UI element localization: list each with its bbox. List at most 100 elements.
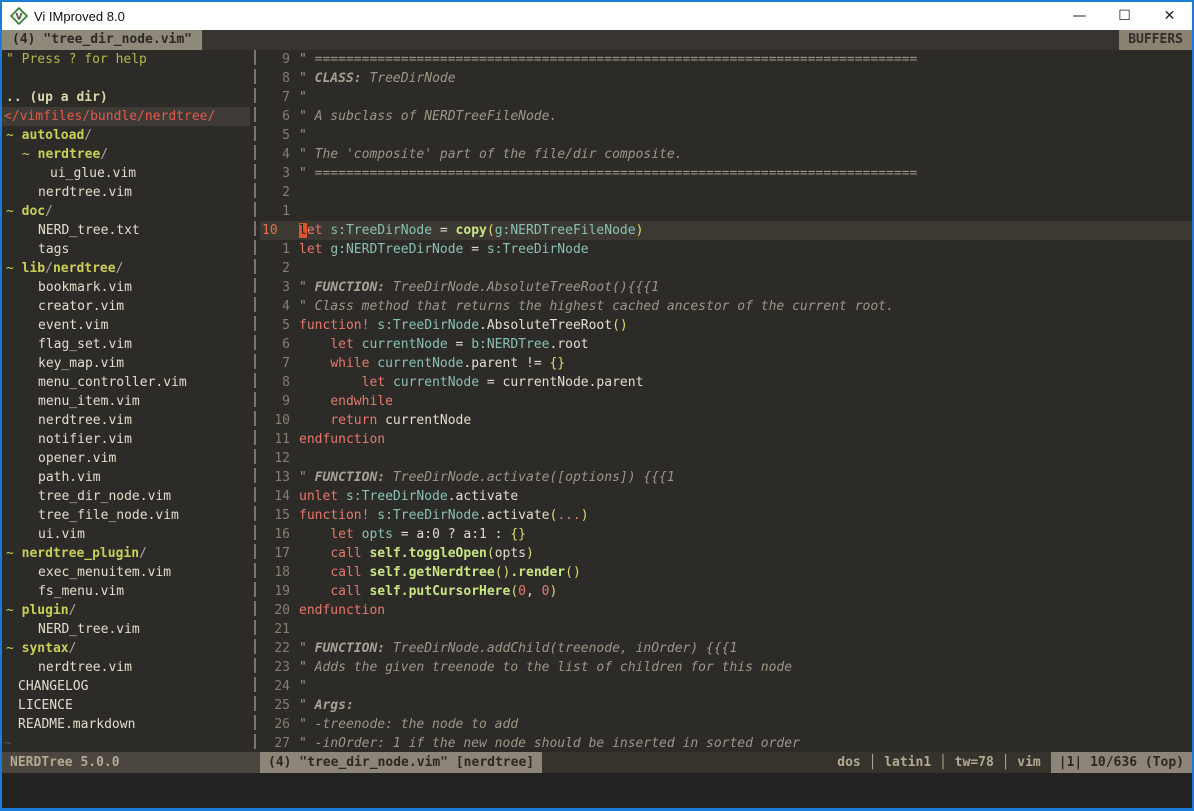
code-line[interactable]: 3" FUNCTION: TreeDirNode.AbsoluteTreeRoo… [260, 278, 1192, 297]
code-line[interactable]: 12 [260, 449, 1192, 468]
tree-item[interactable]: ~ plugin/ [2, 601, 250, 620]
code-line[interactable]: 8 let currentNode = currentNode.parent [260, 373, 1192, 392]
tree-root-item[interactable]: </vimfiles/bundle/nerdtree/ [2, 107, 250, 126]
token-w [299, 337, 330, 352]
tree-item[interactable]: tree_file_node.vim [2, 506, 250, 525]
code-line[interactable]: 17 call self.toggleOpen(opts) [260, 544, 1192, 563]
tree-item[interactable]: ~ autoload/ [2, 126, 250, 145]
code-line[interactable]: 8" CLASS: TreeDirNode [260, 69, 1192, 88]
minimize-button[interactable]: — [1057, 2, 1102, 30]
tree-item[interactable]: menu_controller.vim [2, 373, 250, 392]
code-line[interactable]: 6" A subclass of NERDTreeFileNode. [260, 107, 1192, 126]
token-i: g:NERDTreeDirNode [330, 242, 463, 257]
tree-item[interactable]: tags [2, 240, 250, 259]
tree-item[interactable]: ~ [2, 734, 250, 752]
tree-item[interactable]: NERD_tree.txt [2, 221, 250, 240]
tree-item[interactable]: creator.vim [2, 297, 250, 316]
tree-item[interactable]: key_map.vim [2, 354, 250, 373]
code-line[interactable]: 14unlet s:TreeDirNode.activate [260, 487, 1192, 506]
code-line[interactable]: 5function! s:TreeDirNode.AbsoluteTreeRoo… [260, 316, 1192, 335]
tree-item[interactable]: NERD_tree.vim [2, 620, 250, 639]
tree-item[interactable]: ui_glue.vim [2, 164, 250, 183]
tree-item[interactable]: ~ doc/ [2, 202, 250, 221]
token-w: opts [495, 546, 526, 561]
code-line[interactable]: 7 while currentNode.parent != {} [260, 354, 1192, 373]
line-number: 26 [260, 715, 290, 734]
code-text [290, 620, 299, 639]
code-line[interactable]: 22" FUNCTION: TreeDirNode.addChild(treen… [260, 639, 1192, 658]
tree-item[interactable]: LICENCE [2, 696, 250, 715]
code-line[interactable]: 3" =====================================… [260, 164, 1192, 183]
tree-item[interactable]: README.markdown [2, 715, 250, 734]
tree-item[interactable]: nerdtree.vim [2, 183, 250, 202]
code-line[interactable]: 18 call self.getNerdtree().render() [260, 563, 1192, 582]
tree-item[interactable]: notifier.vim [2, 430, 250, 449]
token-f: .render [510, 565, 565, 580]
code-text: " The 'composite' part of the file/dir c… [290, 145, 683, 164]
token-n2: 0 [518, 584, 526, 599]
token-w: = a:0 ? a:1 : [393, 527, 510, 542]
tree-item[interactable]: ~ syntax/ [2, 639, 250, 658]
tree-item[interactable]: .. (up a dir) [2, 88, 250, 107]
code-line[interactable]: 24" [260, 677, 1192, 696]
tree-item[interactable]: ui.vim [2, 525, 250, 544]
code-line[interactable]: 25" Args: [260, 696, 1192, 715]
tree-item[interactable]: flag_set.vim [2, 335, 250, 354]
tree-item[interactable]: ~ nerdtree_plugin/ [2, 544, 250, 563]
code-line[interactable]: 16 let opts = a:0 ? a:1 : {} [260, 525, 1192, 544]
tree-item[interactable]: event.vim [2, 316, 250, 335]
code-line[interactable]: 10 return currentNode [260, 411, 1192, 430]
code-line[interactable]: 19 call self.putCursorHere(0, 0) [260, 582, 1192, 601]
code-line-current[interactable]: 10let s:TreeDirNode = copy(g:NERDTreeFil… [260, 221, 1192, 240]
line-number: 10 [260, 411, 290, 430]
code-line[interactable]: 21 [260, 620, 1192, 639]
tree-item[interactable]: nerdtree.vim [2, 658, 250, 677]
code-line[interactable]: 2 [260, 259, 1192, 278]
tree-item[interactable]: exec_menuitem.vim [2, 563, 250, 582]
code-line[interactable]: 27" -inOrder: 1 if the new node should b… [260, 734, 1192, 752]
token-w [354, 527, 362, 542]
tree-item[interactable]: nerdtree.vim [2, 411, 250, 430]
token-w [299, 546, 330, 561]
window-controls: — ☐ ✕ [1057, 2, 1192, 30]
code-line[interactable]: 13" FUNCTION: TreeDirNode.activate([opti… [260, 468, 1192, 487]
code-line[interactable]: 9" =====================================… [260, 50, 1192, 69]
tree-item[interactable]: " Press ? for help [2, 50, 250, 69]
tree-item[interactable]: menu_item.vim [2, 392, 250, 411]
code-line[interactable]: 23" Adds the given treenode to the list … [260, 658, 1192, 677]
token-slash: / [139, 546, 147, 561]
tree-item[interactable]: fs_menu.vim [2, 582, 250, 601]
close-button[interactable]: ✕ [1147, 2, 1192, 30]
tree-item[interactable]: path.vim [2, 468, 250, 487]
tree-item[interactable] [2, 69, 250, 88]
window-separator[interactable] [250, 50, 260, 752]
tree-item[interactable]: ~ lib/nerdtree/ [2, 259, 250, 278]
code-line[interactable]: 26" -treenode: the node to add [260, 715, 1192, 734]
code-line[interactable]: 11 endfunction [260, 430, 1192, 449]
line-number: 11 [260, 430, 290, 449]
tree-item[interactable]: CHANGELOG [2, 677, 250, 696]
maximize-button[interactable]: ☐ [1102, 2, 1147, 30]
code-line[interactable]: 6 let currentNode = b:NERDTree.root [260, 335, 1192, 354]
tree-item[interactable]: bookmark.vim [2, 278, 250, 297]
code-line[interactable]: 2 [260, 183, 1192, 202]
code-line[interactable]: 20endfunction [260, 601, 1192, 620]
code-text [290, 202, 299, 221]
tab-tree-dir-node[interactable]: (4) "tree_dir_node.vim" [2, 30, 202, 50]
line-number: 2 [260, 259, 290, 278]
tree-item[interactable]: opener.vim [2, 449, 250, 468]
code-line[interactable]: 1 [260, 202, 1192, 221]
code-line[interactable]: 1let g:NERDTreeDirNode = s:TreeDirNode [260, 240, 1192, 259]
tree-item[interactable]: ~ nerdtree/ [2, 145, 250, 164]
token-k: endfunction [299, 432, 385, 447]
token-k: return [330, 413, 377, 428]
status-position: |1| 10/636 (Top) [1051, 752, 1192, 773]
code-line[interactable]: 15function! s:TreeDirNode.activate(...) [260, 506, 1192, 525]
tree-item[interactable]: tree_dir_node.vim [2, 487, 250, 506]
code-line[interactable]: 7" [260, 88, 1192, 107]
code-line[interactable]: 9 endwhile [260, 392, 1192, 411]
code-line[interactable]: 5" [260, 126, 1192, 145]
command-line[interactable] [2, 773, 1192, 808]
code-line[interactable]: 4" The 'composite' part of the file/dir … [260, 145, 1192, 164]
code-line[interactable]: 4" Class method that returns the highest… [260, 297, 1192, 316]
